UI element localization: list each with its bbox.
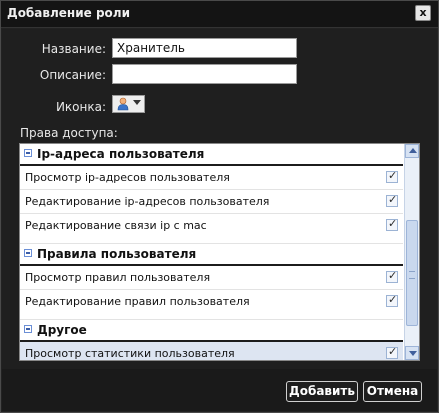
grip-icon [409,271,415,279]
group-title: Правила пользователя [37,247,197,261]
dialog-body: Название: Описание: Иконка: Права доступ… [2,29,437,369]
dialog-titlebar[interactable]: Добавление роли x [1,1,438,28]
permission-label: Просмотр статистики пользователя [25,347,235,360]
permission-checkbox[interactable] [386,217,398,231]
list-item[interactable]: Редактирование правил пользователя [20,290,403,320]
close-icon[interactable]: x [415,5,431,21]
icon-picker[interactable] [112,95,145,113]
permission-label: Редактирование связи ip с mac [25,219,207,232]
add-role-dialog: Добавление роли x Название: Описание: Ик… [0,0,439,413]
list-item[interactable]: Редактирование связи ip с mac [20,214,403,244]
permission-checkbox[interactable] [386,193,398,207]
name-label: Название: [41,42,106,56]
permission-checkbox[interactable] [386,345,398,359]
chevron-up-icon [409,148,417,153]
collapse-icon[interactable] [24,325,32,333]
access-rights-label: Права доступа: [20,126,118,140]
rights-list-content: Ip-адреса пользователя Просмотр ip-адрес… [20,144,403,360]
user-icon [117,97,129,111]
collapse-icon[interactable] [24,149,32,157]
group-title: Другое [37,323,87,337]
chevron-down-icon [133,100,141,105]
group-header-ip[interactable]: Ip-адреса пользователя [20,144,403,166]
description-label: Описание: [39,68,106,82]
icon-label: Иконка: [55,100,106,114]
scrollbar-thumb[interactable] [406,220,418,326]
name-field[interactable] [112,38,297,58]
group-header-rules[interactable]: Правила пользователя [20,244,403,266]
rights-list: Ip-адреса пользователя Просмотр ip-адрес… [19,143,420,361]
list-item[interactable]: Редактирование ip-адресов пользователя [20,190,403,214]
list-item[interactable]: Просмотр статистики пользователя [20,342,403,360]
permission-label: Редактирование ip-адресов пользователя [25,195,270,208]
permission-label: Просмотр правил пользователя [25,271,211,284]
add-button[interactable]: Добавить [286,381,358,402]
permission-label: Редактирование правил пользователя [25,295,250,308]
chevron-down-icon [409,351,417,356]
permission-checkbox[interactable] [386,169,398,183]
dialog-title: Добавление роли [7,6,130,20]
scroll-down-button[interactable] [405,346,419,360]
permission-checkbox[interactable] [386,293,398,307]
scroll-up-button[interactable] [405,144,419,158]
list-item[interactable]: Просмотр ip-адресов пользователя [20,166,403,190]
collapse-icon[interactable] [24,249,32,257]
vertical-scrollbar[interactable] [404,144,419,360]
cancel-button[interactable]: Отмена [363,381,422,402]
description-field[interactable] [112,64,297,84]
permission-checkbox[interactable] [386,269,398,283]
group-header-other[interactable]: Другое [20,320,403,342]
group-title: Ip-адреса пользователя [37,147,205,161]
list-item[interactable]: Просмотр правил пользователя [20,266,403,290]
permission-label: Просмотр ip-адресов пользователя [25,171,230,184]
dialog-footer: Добавить Отмена [2,369,437,411]
